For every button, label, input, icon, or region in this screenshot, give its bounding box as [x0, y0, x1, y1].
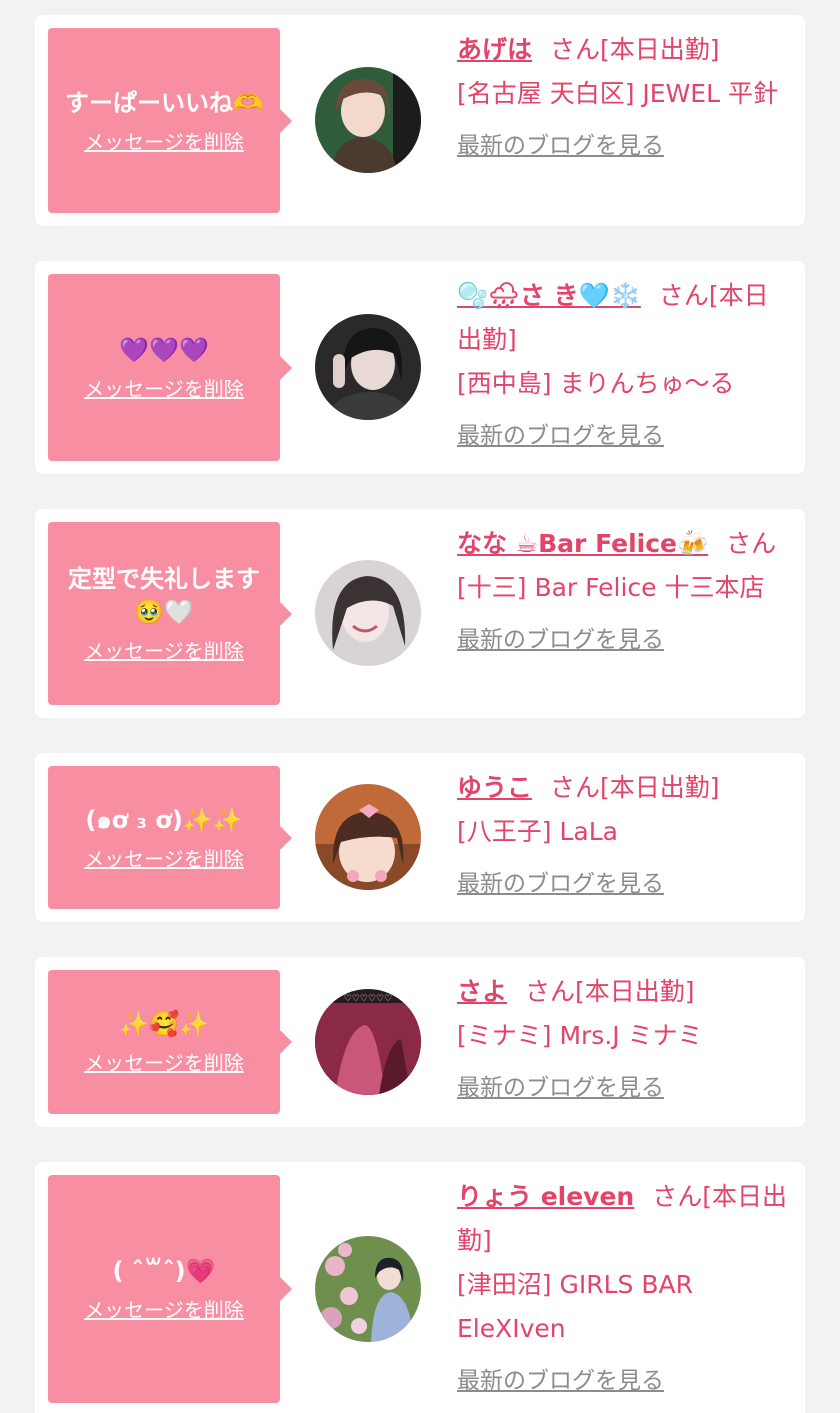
cast-name-link[interactable]: あげは	[457, 35, 532, 64]
cast-name-link[interactable]: りょう eleven	[457, 1182, 634, 1211]
list-item: ( ˆ꒳ˆ)💗 メッセージを削除 りょう eleven さん[本日出勤] [津田沼…	[35, 1162, 805, 1413]
name-line: りょう eleven さん[本日出勤]	[457, 1175, 787, 1263]
shift-badge: [本日出勤]	[600, 35, 720, 64]
avatar[interactable]	[315, 1236, 421, 1342]
san-suffix: さん	[525, 977, 576, 1006]
message-text: すーぱーいいね🫶	[65, 88, 263, 117]
san-suffix: さん	[550, 773, 601, 802]
message-bubble: ( ˆ꒳ˆ)💗 メッセージを削除	[48, 1175, 292, 1403]
message-text: 定型で失礼します🥹🤍	[68, 565, 260, 626]
latest-blog-link[interactable]: 最新のブログを見る	[457, 1359, 664, 1403]
san-suffix: さん	[652, 1182, 703, 1211]
cast-name-link[interactable]: ゆうこ	[457, 773, 532, 802]
delete-message-link[interactable]: メッセージを削除	[84, 1294, 244, 1323]
latest-blog-link[interactable]: 最新のブログを見る	[457, 1066, 664, 1110]
cast-name-link[interactable]: なな ☕Bar Felice🍻	[457, 529, 708, 558]
cast-info: ゆうこ さん[本日出勤] [八王子] LaLa 最新のブログを見る	[457, 766, 787, 906]
name-line: あげは さん[本日出勤]	[457, 28, 787, 72]
latest-blog-link[interactable]: 最新のブログを見る	[457, 414, 664, 458]
delete-message-link[interactable]: メッセージを削除	[84, 635, 244, 664]
latest-blog-link[interactable]: 最新のブログを見る	[457, 618, 664, 662]
latest-blog-link[interactable]: 最新のブログを見る	[457, 124, 664, 168]
avatar[interactable]	[315, 314, 421, 420]
avatar[interactable]: ♡♡♡♡♡♡	[315, 989, 421, 1095]
san-suffix: さん	[550, 35, 601, 64]
name-line: なな ☕Bar Felice🍻 さん	[457, 522, 787, 566]
name-line: さよ さん[本日出勤]	[457, 970, 787, 1014]
list-item: すーぱーいいね🫶 メッセージを削除 あげは さん[本日出勤] [名古屋 天白区] …	[35, 15, 805, 226]
san-suffix: さん	[658, 281, 709, 310]
message-bubble: (๑ơ ₃ ơ)✨✨ メッセージを削除	[48, 766, 292, 909]
shop-name: [ミナミ] Mrs.J ミナミ	[457, 1021, 703, 1050]
svg-text:♡♡♡♡♡♡: ♡♡♡♡♡♡	[344, 994, 392, 1004]
message-text: ( ˆ꒳ˆ)💗	[112, 1257, 216, 1285]
message-bubble: 💜💜💜 メッセージを削除	[48, 274, 292, 461]
latest-blog-link[interactable]: 最新のブログを見る	[457, 862, 664, 906]
cast-info: さよ さん[本日出勤] [ミナミ] Mrs.J ミナミ 最新のブログを見る	[457, 970, 787, 1110]
delete-message-link[interactable]: メッセージを削除	[84, 126, 244, 155]
avatar[interactable]	[315, 560, 421, 666]
san-suffix: さん	[726, 529, 777, 558]
avatar[interactable]	[315, 784, 421, 890]
name-line: 🫧🌧さ き🩵❄️ さん[本日出勤]	[457, 274, 787, 362]
list-item: (๑ơ ₃ ơ)✨✨ メッセージを削除 ゆうこ さん[本日出勤] [八王子] La…	[35, 753, 805, 922]
delete-message-link[interactable]: メッセージを削除	[84, 1047, 244, 1076]
message-text: ✨🥰✨	[119, 1010, 209, 1038]
message-text: 💜💜💜	[119, 335, 209, 364]
cast-info: なな ☕Bar Felice🍻 さん [十三] Bar Felice 十三本店 最…	[457, 522, 787, 662]
shop-name: [津田沼] GIRLS BAR EleXIven	[457, 1270, 693, 1343]
message-text: (๑ơ ₃ ơ)✨✨	[85, 805, 243, 834]
delete-message-link[interactable]: メッセージを削除	[84, 843, 244, 872]
cast-name-link[interactable]: 🫧🌧さ き🩵❄️	[457, 281, 641, 310]
shift-badge: [本日出勤]	[575, 977, 695, 1006]
cast-info: あげは さん[本日出勤] [名古屋 天白区] JEWEL 平針 最新のブログを見る	[457, 28, 787, 168]
cast-info: りょう eleven さん[本日出勤] [津田沼] GIRLS BAR EleXI…	[457, 1175, 787, 1403]
shop-name: [名古屋 天白区] JEWEL 平針	[457, 79, 778, 108]
message-bubble: ✨🥰✨ メッセージを削除	[48, 970, 292, 1114]
delete-message-link[interactable]: メッセージを削除	[84, 373, 244, 402]
list-item: 定型で失礼します🥹🤍 メッセージを削除 なな ☕Bar Felice🍻 さん [十…	[35, 509, 805, 718]
shop-name: [十三] Bar Felice 十三本店	[457, 573, 765, 602]
shop-name: [八王子] LaLa	[457, 817, 618, 846]
name-line: ゆうこ さん[本日出勤]	[457, 766, 787, 810]
list-item: ✨🥰✨ メッセージを削除 ♡♡♡♡♡♡ さよ さん[本日出勤] [ミナミ] Mrs…	[35, 957, 805, 1127]
avatar[interactable]	[315, 67, 421, 173]
shop-name: [西中島] まりんちゅ〜る	[457, 369, 735, 398]
cast-info: 🫧🌧さ き🩵❄️ さん[本日出勤] [西中島] まりんちゅ〜る 最新のブログを見る	[457, 274, 787, 458]
message-bubble: すーぱーいいね🫶 メッセージを削除	[48, 28, 292, 213]
list-item: 💜💜💜 メッセージを削除 🫧🌧さ き🩵❄️ さん[本日出勤] [西中島] まりんち…	[35, 261, 805, 474]
shift-badge: [本日出勤]	[600, 773, 720, 802]
cast-name-link[interactable]: さよ	[457, 977, 507, 1006]
message-bubble: 定型で失礼します🥹🤍 メッセージを削除	[48, 522, 292, 705]
